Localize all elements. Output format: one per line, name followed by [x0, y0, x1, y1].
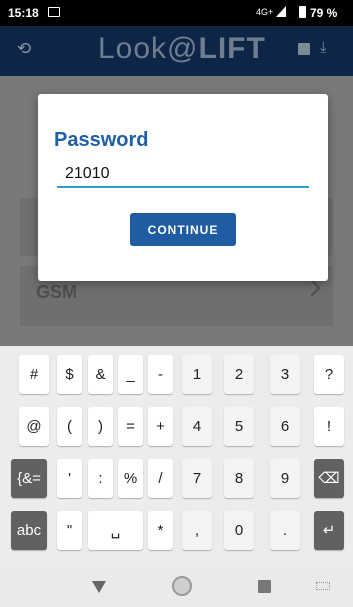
dialog-title: Password: [54, 129, 149, 151]
key-comma[interactable]: ,: [182, 511, 212, 550]
battery-icon: [299, 6, 306, 18]
key-exclamation[interactable]: !: [314, 407, 344, 446]
key-symbols-toggle[interactable]: {&=: [11, 459, 47, 498]
key-asterisk[interactable]: *: [148, 511, 173, 550]
key-paren-close[interactable]: ): [88, 407, 113, 446]
reload-icon[interactable]: ⟲: [14, 39, 34, 59]
app-bar: ⟲ Look@LIFT ⤓: [0, 26, 353, 76]
enter-icon[interactable]: ↵: [314, 511, 344, 550]
key-1[interactable]: 1: [182, 355, 212, 394]
key-slash[interactable]: /: [148, 459, 173, 498]
key-question[interactable]: ?: [314, 355, 344, 394]
status-time: 15:18: [8, 6, 39, 20]
key-period[interactable]: .: [270, 511, 300, 550]
key-dollar[interactable]: $: [57, 355, 82, 394]
keyboard: # $ & _ - 1 2 3 ? @ ( ) = + 4 5 6 ! {&= …: [0, 346, 353, 567]
network-indicator: 4G+: [256, 7, 274, 17]
gsm-label: GSM: [36, 282, 78, 302]
key-quote[interactable]: ": [57, 511, 82, 550]
key-hash[interactable]: #: [19, 355, 49, 394]
key-8[interactable]: 8: [224, 459, 254, 498]
key-6[interactable]: 6: [270, 407, 300, 446]
recents-icon[interactable]: [258, 580, 271, 593]
logo-look: Look@: [98, 32, 199, 65]
key-plus[interactable]: +: [148, 407, 173, 446]
logo-lift: LIFT: [198, 32, 266, 65]
key-colon[interactable]: :: [88, 459, 113, 498]
password-dialog: Password CONTINUE: [38, 94, 328, 281]
key-underscore[interactable]: _: [118, 355, 143, 394]
key-3[interactable]: 3: [270, 355, 300, 394]
key-at[interactable]: @: [19, 407, 49, 446]
save-icon[interactable]: [298, 43, 310, 55]
key-hyphen[interactable]: -: [148, 355, 173, 394]
backspace-icon[interactable]: ⌫: [314, 459, 344, 498]
keyboard-switch-icon[interactable]: [316, 582, 330, 590]
key-abc-toggle[interactable]: abc: [11, 511, 47, 550]
key-equals[interactable]: =: [118, 407, 143, 446]
key-2[interactable]: 2: [224, 355, 254, 394]
signal-icon: [276, 6, 286, 17]
continue-button[interactable]: CONTINUE: [130, 213, 236, 246]
image-notification-icon: [48, 7, 60, 17]
key-0[interactable]: 0: [224, 511, 254, 550]
download-icon[interactable]: ⤓: [320, 39, 327, 56]
battery-percent: 79 %: [310, 6, 338, 20]
key-5[interactable]: 5: [224, 407, 254, 446]
home-icon[interactable]: [172, 576, 192, 596]
key-9[interactable]: 9: [270, 459, 300, 498]
back-icon[interactable]: [92, 581, 106, 593]
key-paren-open[interactable]: (: [57, 407, 82, 446]
key-ampersand[interactable]: &: [88, 355, 113, 394]
navigation-bar: [0, 567, 353, 607]
key-4[interactable]: 4: [182, 407, 212, 446]
password-input[interactable]: [57, 162, 309, 188]
key-7[interactable]: 7: [182, 459, 212, 498]
key-apostrophe[interactable]: ': [57, 459, 82, 498]
status-bar: 15:18 4G+ 79 %: [0, 0, 353, 26]
key-percent[interactable]: %: [118, 459, 143, 498]
app-logo: Look@LIFT: [98, 32, 266, 66]
space-key[interactable]: ␣: [88, 511, 143, 550]
